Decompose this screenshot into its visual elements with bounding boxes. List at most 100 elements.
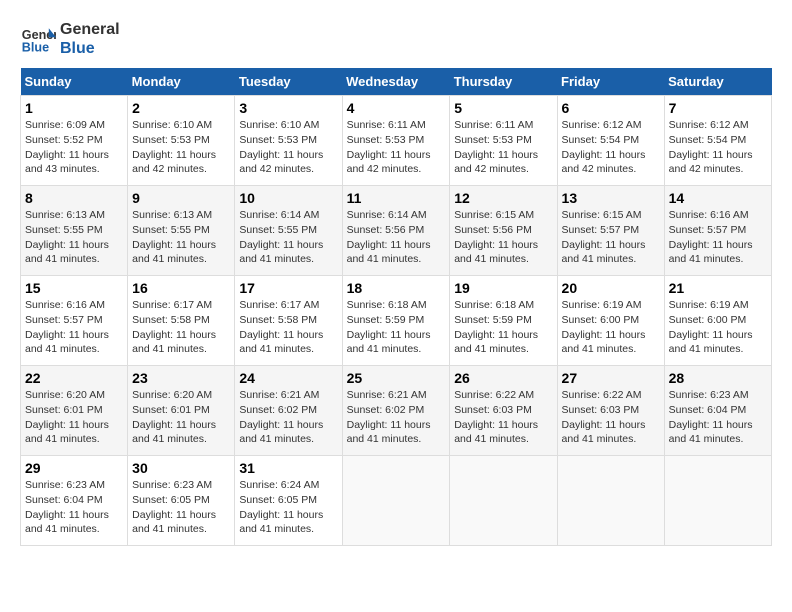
calendar-cell: 2 Sunrise: 6:10 AMSunset: 5:53 PMDayligh… (128, 96, 235, 186)
day-info: Sunrise: 6:17 AMSunset: 5:58 PMDaylight:… (239, 299, 323, 355)
day-number: 7 (669, 100, 767, 116)
day-info: Sunrise: 6:13 AMSunset: 5:55 PMDaylight:… (132, 209, 216, 265)
calendar-cell: 20 Sunrise: 6:19 AMSunset: 6:00 PMDaylig… (557, 276, 664, 366)
day-number: 24 (239, 370, 337, 386)
day-info: Sunrise: 6:14 AMSunset: 5:55 PMDaylight:… (239, 209, 323, 265)
day-number: 27 (562, 370, 660, 386)
day-number: 26 (454, 370, 552, 386)
day-number: 3 (239, 100, 337, 116)
day-info: Sunrise: 6:22 AMSunset: 6:03 PMDaylight:… (454, 389, 538, 445)
calendar-cell: 19 Sunrise: 6:18 AMSunset: 5:59 PMDaylig… (450, 276, 557, 366)
calendar-cell: 13 Sunrise: 6:15 AMSunset: 5:57 PMDaylig… (557, 186, 664, 276)
day-info: Sunrise: 6:18 AMSunset: 5:59 PMDaylight:… (347, 299, 431, 355)
calendar-cell: 7 Sunrise: 6:12 AMSunset: 5:54 PMDayligh… (664, 96, 771, 186)
day-number: 1 (25, 100, 123, 116)
week-row-1: 1 Sunrise: 6:09 AMSunset: 5:52 PMDayligh… (21, 96, 772, 186)
day-info: Sunrise: 6:19 AMSunset: 6:00 PMDaylight:… (562, 299, 646, 355)
day-number: 19 (454, 280, 552, 296)
day-number: 15 (25, 280, 123, 296)
day-info: Sunrise: 6:11 AMSunset: 5:53 PMDaylight:… (347, 119, 431, 175)
calendar-cell: 3 Sunrise: 6:10 AMSunset: 5:53 PMDayligh… (235, 96, 342, 186)
day-number: 16 (132, 280, 230, 296)
day-number: 9 (132, 190, 230, 206)
day-number: 2 (132, 100, 230, 116)
calendar-cell: 6 Sunrise: 6:12 AMSunset: 5:54 PMDayligh… (557, 96, 664, 186)
day-info: Sunrise: 6:23 AMSunset: 6:04 PMDaylight:… (669, 389, 753, 445)
calendar-cell: 28 Sunrise: 6:23 AMSunset: 6:04 PMDaylig… (664, 366, 771, 456)
logo: General Blue General Blue (20, 20, 120, 58)
calendar-cell: 23 Sunrise: 6:20 AMSunset: 6:01 PMDaylig… (128, 366, 235, 456)
calendar-cell: 1 Sunrise: 6:09 AMSunset: 5:52 PMDayligh… (21, 96, 128, 186)
day-info: Sunrise: 6:15 AMSunset: 5:56 PMDaylight:… (454, 209, 538, 265)
calendar-cell: 25 Sunrise: 6:21 AMSunset: 6:02 PMDaylig… (342, 366, 450, 456)
day-info: Sunrise: 6:12 AMSunset: 5:54 PMDaylight:… (669, 119, 753, 175)
day-number: 28 (669, 370, 767, 386)
day-number: 13 (562, 190, 660, 206)
calendar-cell: 17 Sunrise: 6:17 AMSunset: 5:58 PMDaylig… (235, 276, 342, 366)
day-info: Sunrise: 6:12 AMSunset: 5:54 PMDaylight:… (562, 119, 646, 175)
day-info: Sunrise: 6:10 AMSunset: 5:53 PMDaylight:… (239, 119, 323, 175)
calendar-cell (557, 456, 664, 546)
day-number: 18 (347, 280, 446, 296)
calendar-cell: 24 Sunrise: 6:21 AMSunset: 6:02 PMDaylig… (235, 366, 342, 456)
day-number: 20 (562, 280, 660, 296)
day-number: 5 (454, 100, 552, 116)
calendar-cell: 22 Sunrise: 6:20 AMSunset: 6:01 PMDaylig… (21, 366, 128, 456)
day-info: Sunrise: 6:13 AMSunset: 5:55 PMDaylight:… (25, 209, 109, 265)
day-info: Sunrise: 6:14 AMSunset: 5:56 PMDaylight:… (347, 209, 431, 265)
day-info: Sunrise: 6:23 AMSunset: 6:05 PMDaylight:… (132, 479, 216, 535)
calendar-cell: 29 Sunrise: 6:23 AMSunset: 6:04 PMDaylig… (21, 456, 128, 546)
calendar-cell (342, 456, 450, 546)
calendar-cell: 8 Sunrise: 6:13 AMSunset: 5:55 PMDayligh… (21, 186, 128, 276)
day-number: 21 (669, 280, 767, 296)
header-day-friday: Friday (557, 68, 664, 96)
day-number: 14 (669, 190, 767, 206)
day-info: Sunrise: 6:11 AMSunset: 5:53 PMDaylight:… (454, 119, 538, 175)
day-number: 4 (347, 100, 446, 116)
calendar-cell: 9 Sunrise: 6:13 AMSunset: 5:55 PMDayligh… (128, 186, 235, 276)
calendar-cell: 18 Sunrise: 6:18 AMSunset: 5:59 PMDaylig… (342, 276, 450, 366)
day-info: Sunrise: 6:19 AMSunset: 6:00 PMDaylight:… (669, 299, 753, 355)
header: General Blue General Blue (20, 20, 772, 58)
day-info: Sunrise: 6:21 AMSunset: 6:02 PMDaylight:… (347, 389, 431, 445)
day-number: 11 (347, 190, 446, 206)
day-info: Sunrise: 6:15 AMSunset: 5:57 PMDaylight:… (562, 209, 646, 265)
calendar-cell: 21 Sunrise: 6:19 AMSunset: 6:00 PMDaylig… (664, 276, 771, 366)
calendar-cell: 26 Sunrise: 6:22 AMSunset: 6:03 PMDaylig… (450, 366, 557, 456)
day-info: Sunrise: 6:16 AMSunset: 5:57 PMDaylight:… (25, 299, 109, 355)
day-info: Sunrise: 6:21 AMSunset: 6:02 PMDaylight:… (239, 389, 323, 445)
day-info: Sunrise: 6:22 AMSunset: 6:03 PMDaylight:… (562, 389, 646, 445)
day-info: Sunrise: 6:10 AMSunset: 5:53 PMDaylight:… (132, 119, 216, 175)
week-row-3: 15 Sunrise: 6:16 AMSunset: 5:57 PMDaylig… (21, 276, 772, 366)
logo-icon: General Blue (20, 21, 56, 57)
header-day-saturday: Saturday (664, 68, 771, 96)
calendar-cell: 31 Sunrise: 6:24 AMSunset: 6:05 PMDaylig… (235, 456, 342, 546)
calendar-cell: 15 Sunrise: 6:16 AMSunset: 5:57 PMDaylig… (21, 276, 128, 366)
header-day-tuesday: Tuesday (235, 68, 342, 96)
header-day-sunday: Sunday (21, 68, 128, 96)
calendar-cell: 10 Sunrise: 6:14 AMSunset: 5:55 PMDaylig… (235, 186, 342, 276)
day-number: 8 (25, 190, 123, 206)
calendar-cell (450, 456, 557, 546)
day-number: 6 (562, 100, 660, 116)
calendar-cell: 11 Sunrise: 6:14 AMSunset: 5:56 PMDaylig… (342, 186, 450, 276)
day-info: Sunrise: 6:18 AMSunset: 5:59 PMDaylight:… (454, 299, 538, 355)
day-number: 12 (454, 190, 552, 206)
calendar-cell: 14 Sunrise: 6:16 AMSunset: 5:57 PMDaylig… (664, 186, 771, 276)
calendar-cell: 4 Sunrise: 6:11 AMSunset: 5:53 PMDayligh… (342, 96, 450, 186)
day-number: 10 (239, 190, 337, 206)
day-info: Sunrise: 6:20 AMSunset: 6:01 PMDaylight:… (132, 389, 216, 445)
calendar-cell: 5 Sunrise: 6:11 AMSunset: 5:53 PMDayligh… (450, 96, 557, 186)
calendar-cell: 12 Sunrise: 6:15 AMSunset: 5:56 PMDaylig… (450, 186, 557, 276)
calendar-cell (664, 456, 771, 546)
day-info: Sunrise: 6:20 AMSunset: 6:01 PMDaylight:… (25, 389, 109, 445)
day-number: 31 (239, 460, 337, 476)
header-day-thursday: Thursday (450, 68, 557, 96)
day-number: 23 (132, 370, 230, 386)
calendar-cell: 27 Sunrise: 6:22 AMSunset: 6:03 PMDaylig… (557, 366, 664, 456)
week-row-5: 29 Sunrise: 6:23 AMSunset: 6:04 PMDaylig… (21, 456, 772, 546)
header-day-wednesday: Wednesday (342, 68, 450, 96)
day-info: Sunrise: 6:17 AMSunset: 5:58 PMDaylight:… (132, 299, 216, 355)
day-number: 29 (25, 460, 123, 476)
day-info: Sunrise: 6:16 AMSunset: 5:57 PMDaylight:… (669, 209, 753, 265)
